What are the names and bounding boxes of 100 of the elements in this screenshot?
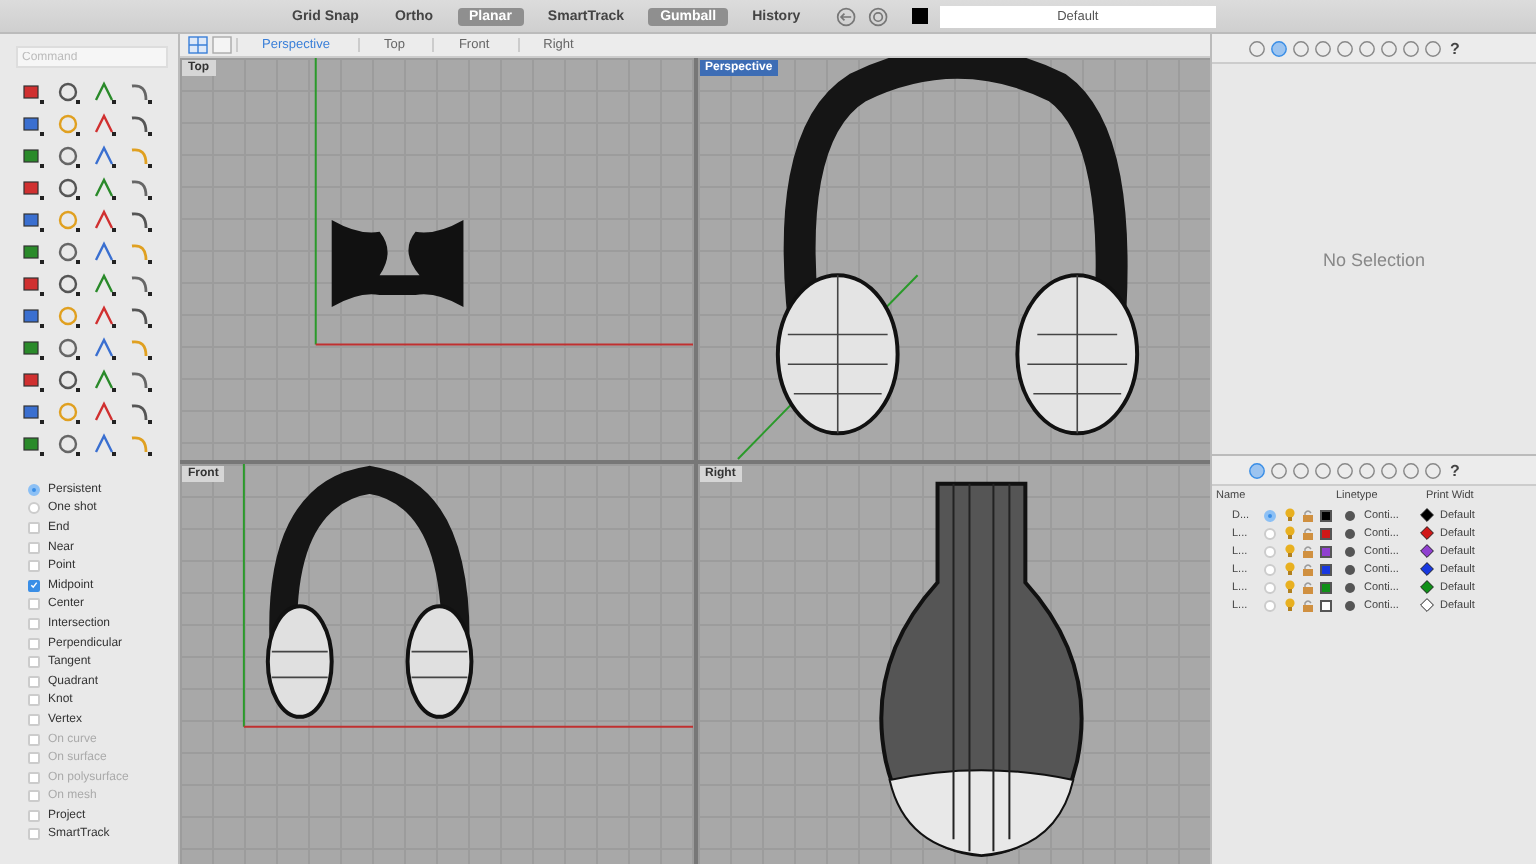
checkbox[interactable] [28,521,40,534]
tool-icon[interactable] [56,144,80,168]
checkbox[interactable] [28,809,40,822]
tool-icon[interactable] [20,144,44,168]
checkbox[interactable] [28,598,40,611]
layer-color-swatch[interactable] [1320,527,1332,539]
panel-tab-icon[interactable] [1314,461,1332,479]
panel-tab-icon[interactable] [1402,461,1420,479]
tool-icon[interactable] [92,304,116,328]
tool-icon[interactable] [20,336,44,360]
help-icon[interactable]: ? [1450,461,1460,479]
checkbox[interactable] [28,637,40,650]
checkbox[interactable] [28,694,40,707]
layer-color-swatch[interactable] [1320,545,1332,557]
tool-icon[interactable] [128,80,152,104]
tool-icon[interactable] [20,240,44,264]
tool-icon[interactable] [20,208,44,232]
tool-icon[interactable] [56,240,80,264]
tool-icon[interactable] [56,80,80,104]
panel-tab-icon[interactable] [1248,39,1266,57]
tool-icon[interactable] [92,144,116,168]
tool-icon[interactable] [128,304,152,328]
tool-icon[interactable] [92,400,116,424]
tool-icon[interactable] [56,400,80,424]
target-icon[interactable] [868,5,889,27]
tool-icon[interactable] [20,400,44,424]
layer-color-swatch[interactable] [1320,599,1332,611]
tool-icon[interactable] [56,432,80,456]
radio-button[interactable] [28,483,40,496]
bulb-icon[interactable] [1284,526,1296,540]
tool-icon[interactable] [128,176,152,200]
tool-icon[interactable] [20,80,44,104]
tool-icon[interactable] [20,368,44,392]
tool-icon[interactable] [20,176,44,200]
tool-icon[interactable] [56,304,80,328]
panel-tab-icon[interactable] [1424,461,1442,479]
panel-tab-icon[interactable] [1380,461,1398,479]
tool-icon[interactable] [56,112,80,136]
panel-tab-icon[interactable] [1358,39,1376,57]
current-layer-radio[interactable] [1264,599,1276,611]
tool-icon[interactable] [128,240,152,264]
tool-icon[interactable] [92,240,116,264]
panel-tab-icon[interactable] [1336,39,1354,57]
tool-icon[interactable] [20,272,44,296]
layer-color-swatch[interactable] [1320,563,1332,575]
tool-icon[interactable] [56,272,80,296]
tool-icon[interactable] [92,176,116,200]
color-swatch[interactable] [912,8,928,24]
tool-icon[interactable] [128,368,152,392]
checkbox[interactable] [28,713,40,726]
tool-icon[interactable] [92,368,116,392]
panel-tab-icon[interactable] [1380,39,1398,57]
checkbox[interactable] [28,560,40,573]
panel-tab-icon[interactable] [1314,39,1332,57]
tool-icon[interactable] [128,208,152,232]
panel-tab-icon[interactable] [1248,461,1266,479]
panel-tab-icon[interactable] [1292,461,1310,479]
current-layer-radio[interactable] [1264,581,1276,593]
checkbox[interactable] [28,617,40,630]
help-icon[interactable]: ? [1450,39,1460,57]
bulb-icon[interactable] [1284,562,1296,576]
tool-icon[interactable] [128,272,152,296]
tool-icon[interactable] [128,112,152,136]
current-layer-radio[interactable] [1264,527,1276,539]
checkbox[interactable] [28,656,40,669]
panel-tab-icon[interactable] [1358,461,1376,479]
tool-icon[interactable] [92,336,116,360]
bulb-icon[interactable] [1284,508,1296,522]
tool-icon[interactable] [56,176,80,200]
tool-icon[interactable] [56,368,80,392]
bulb-icon[interactable] [1284,598,1296,612]
tool-icon[interactable] [20,304,44,328]
current-layer-radio[interactable] [1264,563,1276,575]
current-layer-radio[interactable] [1264,545,1276,557]
four-view-icon[interactable] [188,36,208,54]
tool-icon[interactable] [128,400,152,424]
tool-icon[interactable] [56,336,80,360]
layer-color-swatch[interactable] [1320,581,1332,593]
tool-icon[interactable] [56,208,80,232]
panel-tab-icon[interactable] [1402,39,1420,57]
checkbox[interactable] [28,541,40,554]
tool-icon[interactable] [128,336,152,360]
tool-icon[interactable] [92,432,116,456]
panel-tab-icon[interactable] [1424,39,1442,57]
tool-icon[interactable] [128,144,152,168]
panel-tab-icon[interactable] [1270,461,1288,479]
bulb-icon[interactable] [1284,544,1296,558]
checkbox[interactable] [28,579,40,592]
panel-tab-icon[interactable] [1336,461,1354,479]
panel-tab-icon[interactable] [1270,39,1288,57]
current-layer-radio[interactable] [1264,509,1276,521]
tool-icon[interactable] [92,208,116,232]
panel-tab-icon[interactable] [1292,39,1310,57]
checkbox[interactable] [28,828,40,841]
tool-icon[interactable] [92,272,116,296]
tool-icon[interactable] [128,432,152,456]
tool-icon[interactable] [20,112,44,136]
bulb-icon[interactable] [1284,580,1296,594]
radio-button[interactable] [28,502,40,515]
tool-icon[interactable] [92,80,116,104]
